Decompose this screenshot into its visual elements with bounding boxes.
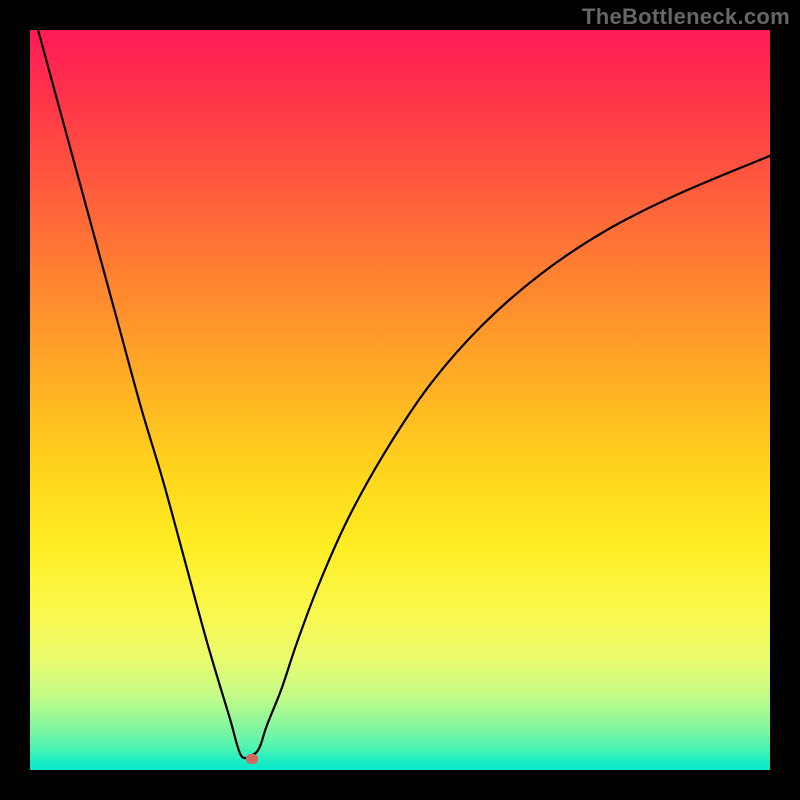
plot-area <box>30 30 770 770</box>
chart-frame: TheBottleneck.com <box>0 0 800 800</box>
optimal-point-marker <box>246 754 258 764</box>
attribution-text: TheBottleneck.com <box>582 4 790 30</box>
bottleneck-curve <box>30 30 770 770</box>
